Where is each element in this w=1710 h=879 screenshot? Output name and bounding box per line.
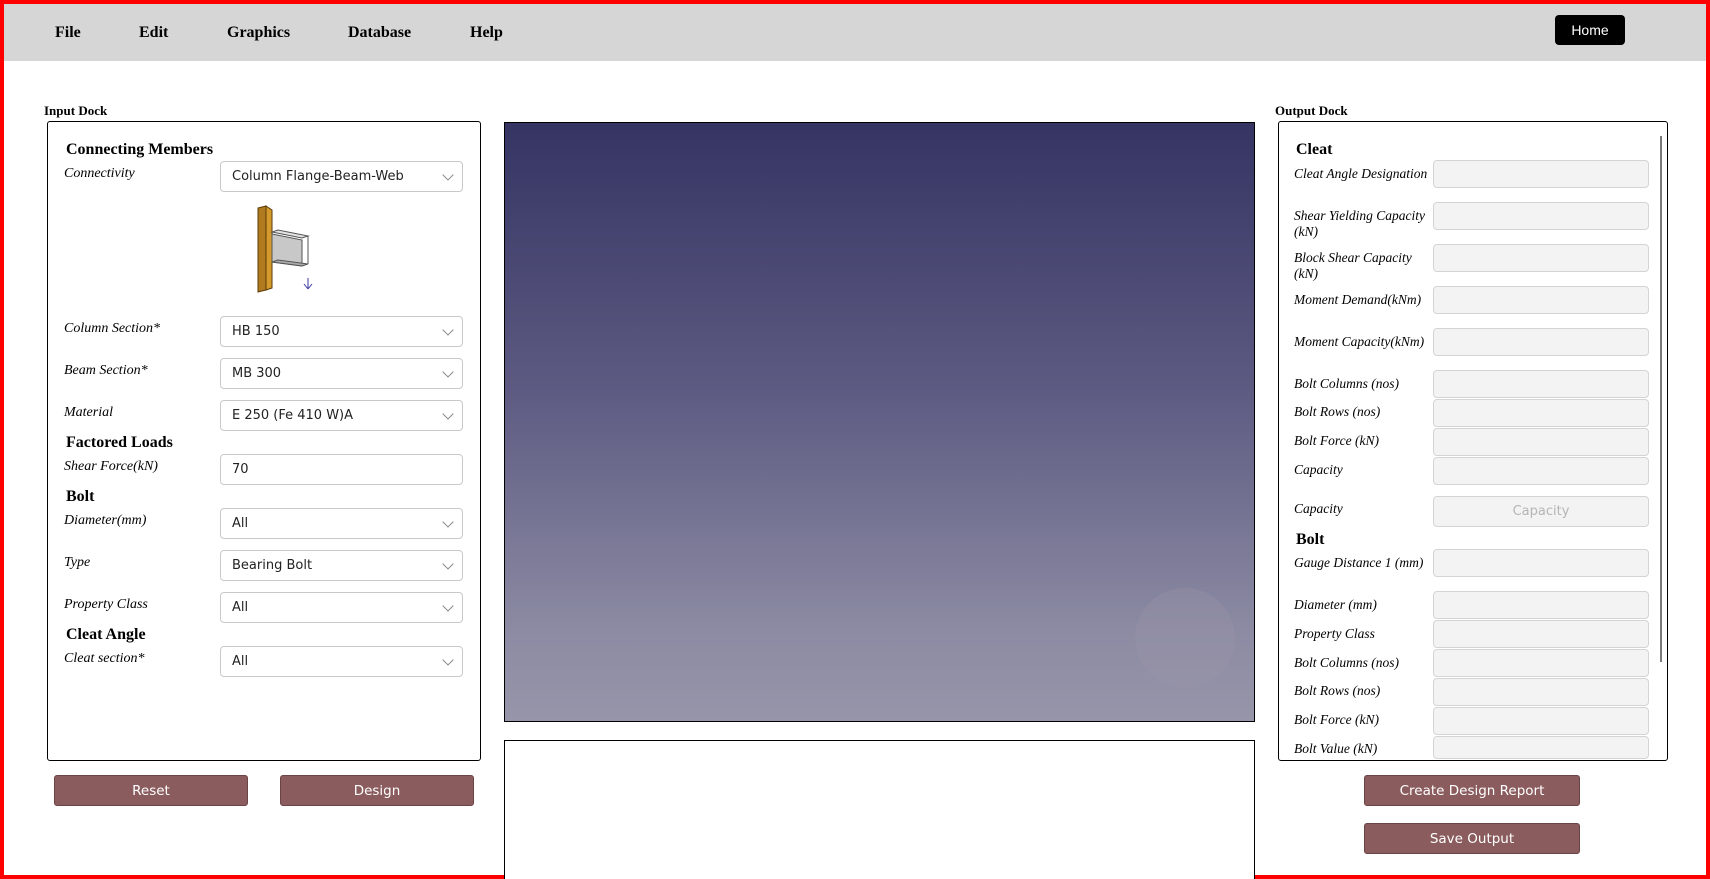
- beam-section-select[interactable]: MB 300: [220, 358, 463, 389]
- shear-yielding-capacity-field[interactable]: [1433, 202, 1649, 230]
- bolt-section-rows-field[interactable]: [1433, 678, 1649, 706]
- bolt-section-columns-label: Bolt Columns (nos): [1294, 655, 1400, 670]
- bolt-diameter-field[interactable]: [1433, 591, 1649, 619]
- reset-button[interactable]: Reset: [54, 775, 248, 806]
- bolt-diameter-label: Diameter (mm): [1294, 597, 1377, 612]
- chevron-down-icon: [442, 558, 454, 570]
- capacity-field[interactable]: [1433, 457, 1649, 485]
- capacity-button[interactable]: Capacity: [1433, 496, 1649, 527]
- cleat-section-label: Cleat section*: [64, 651, 145, 666]
- chevron-down-icon: [442, 324, 454, 336]
- create-design-report-button[interactable]: Create Design Report: [1364, 775, 1580, 806]
- moment-demand-label: Moment Demand(kNm): [1294, 292, 1422, 307]
- home-button[interactable]: Home: [1555, 15, 1625, 45]
- type-select[interactable]: Bearing Bolt: [220, 550, 463, 581]
- shear-force-input[interactable]: 70: [220, 454, 463, 485]
- gauge-distance-label: Gauge Distance 1 (mm): [1294, 555, 1424, 570]
- column-section-label: Column Section*: [64, 321, 161, 336]
- menu-database[interactable]: Database: [348, 24, 411, 42]
- type-label: Type: [64, 555, 91, 570]
- cleat-section-value: All: [232, 654, 249, 669]
- bolt-rows-field[interactable]: [1433, 399, 1649, 427]
- material-select[interactable]: E 250 (Fe 410 W)A: [220, 400, 463, 431]
- block-shear-capacity-field[interactable]: [1433, 244, 1649, 272]
- type-value: Bearing Bolt: [232, 558, 313, 573]
- capacity-label: Capacity: [1294, 462, 1343, 477]
- section-cleat: Cleat: [1296, 141, 1333, 158]
- property-class-select[interactable]: All: [220, 592, 463, 623]
- column-section-select[interactable]: HB 150: [220, 316, 463, 347]
- bolt-property-class-label: Property Class: [1294, 626, 1375, 641]
- design-button[interactable]: Design: [280, 775, 474, 806]
- bolt-force-field[interactable]: [1433, 428, 1649, 456]
- menu-edit[interactable]: Edit: [139, 24, 168, 42]
- diameter-value: All: [232, 516, 249, 531]
- shear-yielding-capacity-label: Shear Yielding Capacity (kN): [1294, 208, 1425, 239]
- save-output-button[interactable]: Save Output: [1364, 823, 1580, 854]
- menu-graphics[interactable]: Graphics: [227, 24, 290, 42]
- bolt-force-label: Bolt Force (kN): [1294, 433, 1379, 448]
- chevron-down-icon: [442, 366, 454, 378]
- chevron-down-icon: [442, 654, 454, 666]
- beam-section-label: Beam Section*: [64, 363, 148, 378]
- cleat-angle-designation-field[interactable]: [1433, 160, 1649, 188]
- bolt-columns-field[interactable]: [1433, 370, 1649, 398]
- chevron-down-icon: [442, 408, 454, 420]
- gauge-distance-field[interactable]: [1433, 549, 1649, 577]
- property-class-value: All: [232, 600, 249, 615]
- chevron-down-icon: [442, 600, 454, 612]
- menu-help[interactable]: Help: [470, 24, 503, 42]
- section-connecting-members: Connecting Members: [66, 141, 214, 158]
- section-output-bolt: Bolt: [1296, 531, 1325, 548]
- output-dock-title: Output Dock: [1275, 103, 1348, 118]
- property-class-label: Property Class: [64, 597, 148, 612]
- cad-viewer[interactable]: [504, 122, 1255, 722]
- cleat-section-select[interactable]: All: [220, 646, 463, 677]
- beam-section-value: MB 300: [232, 366, 282, 381]
- section-factored-loads: Factored Loads: [66, 434, 173, 451]
- cleat-angle-designation-label: Cleat Angle Designation: [1294, 166, 1428, 181]
- menu-file[interactable]: File: [55, 24, 81, 42]
- material-value: E 250 (Fe 410 W)A: [232, 408, 354, 423]
- bolt-rows-label: Bolt Rows (nos): [1294, 404, 1381, 419]
- bolt-value-label: Bolt Value (kN): [1294, 741, 1378, 756]
- diameter-select[interactable]: All: [220, 508, 463, 539]
- bolt-columns-label: Bolt Columns (nos): [1294, 376, 1400, 391]
- menu-bar: File Edit Graphics Database Help Home: [4, 4, 1706, 61]
- connectivity-select[interactable]: Column Flange-Beam-Web: [220, 161, 463, 192]
- bolt-section-columns-field[interactable]: [1433, 649, 1649, 677]
- output-dock-scrollbar[interactable]: [1660, 136, 1662, 662]
- chevron-down-icon: [442, 516, 454, 528]
- block-shear-capacity-label: Block Shear Capacity (kN): [1294, 250, 1412, 281]
- bolt-section-rows-label: Bolt Rows (nos): [1294, 683, 1381, 698]
- bolt-value-field[interactable]: [1433, 736, 1649, 759]
- connectivity-diagram: [252, 204, 322, 296]
- moment-capacity-label: Moment Capacity(kNm): [1294, 334, 1425, 349]
- connectivity-label: Connectivity: [64, 166, 135, 181]
- bolt-property-class-field[interactable]: [1433, 620, 1649, 648]
- bolt-section-force-label: Bolt Force (kN): [1294, 712, 1379, 727]
- material-label: Material: [64, 405, 113, 420]
- connectivity-value: Column Flange-Beam-Web: [232, 169, 404, 184]
- section-bolt: Bolt: [66, 488, 95, 505]
- navigation-cube-icon[interactable]: [1135, 588, 1235, 688]
- section-cleat-angle: Cleat Angle: [66, 626, 146, 643]
- input-dock-title: Input Dock: [44, 103, 108, 118]
- shear-force-label: Shear Force(kN): [64, 459, 158, 474]
- moment-capacity-field[interactable]: [1433, 328, 1649, 356]
- diameter-label: Diameter(mm): [64, 513, 147, 528]
- capacity-label-2: Capacity: [1294, 501, 1343, 516]
- moment-demand-field[interactable]: [1433, 286, 1649, 314]
- bolt-section-force-field[interactable]: [1433, 707, 1649, 735]
- log-console[interactable]: [504, 740, 1255, 879]
- chevron-down-icon: [442, 169, 454, 181]
- column-section-value: HB 150: [232, 324, 280, 339]
